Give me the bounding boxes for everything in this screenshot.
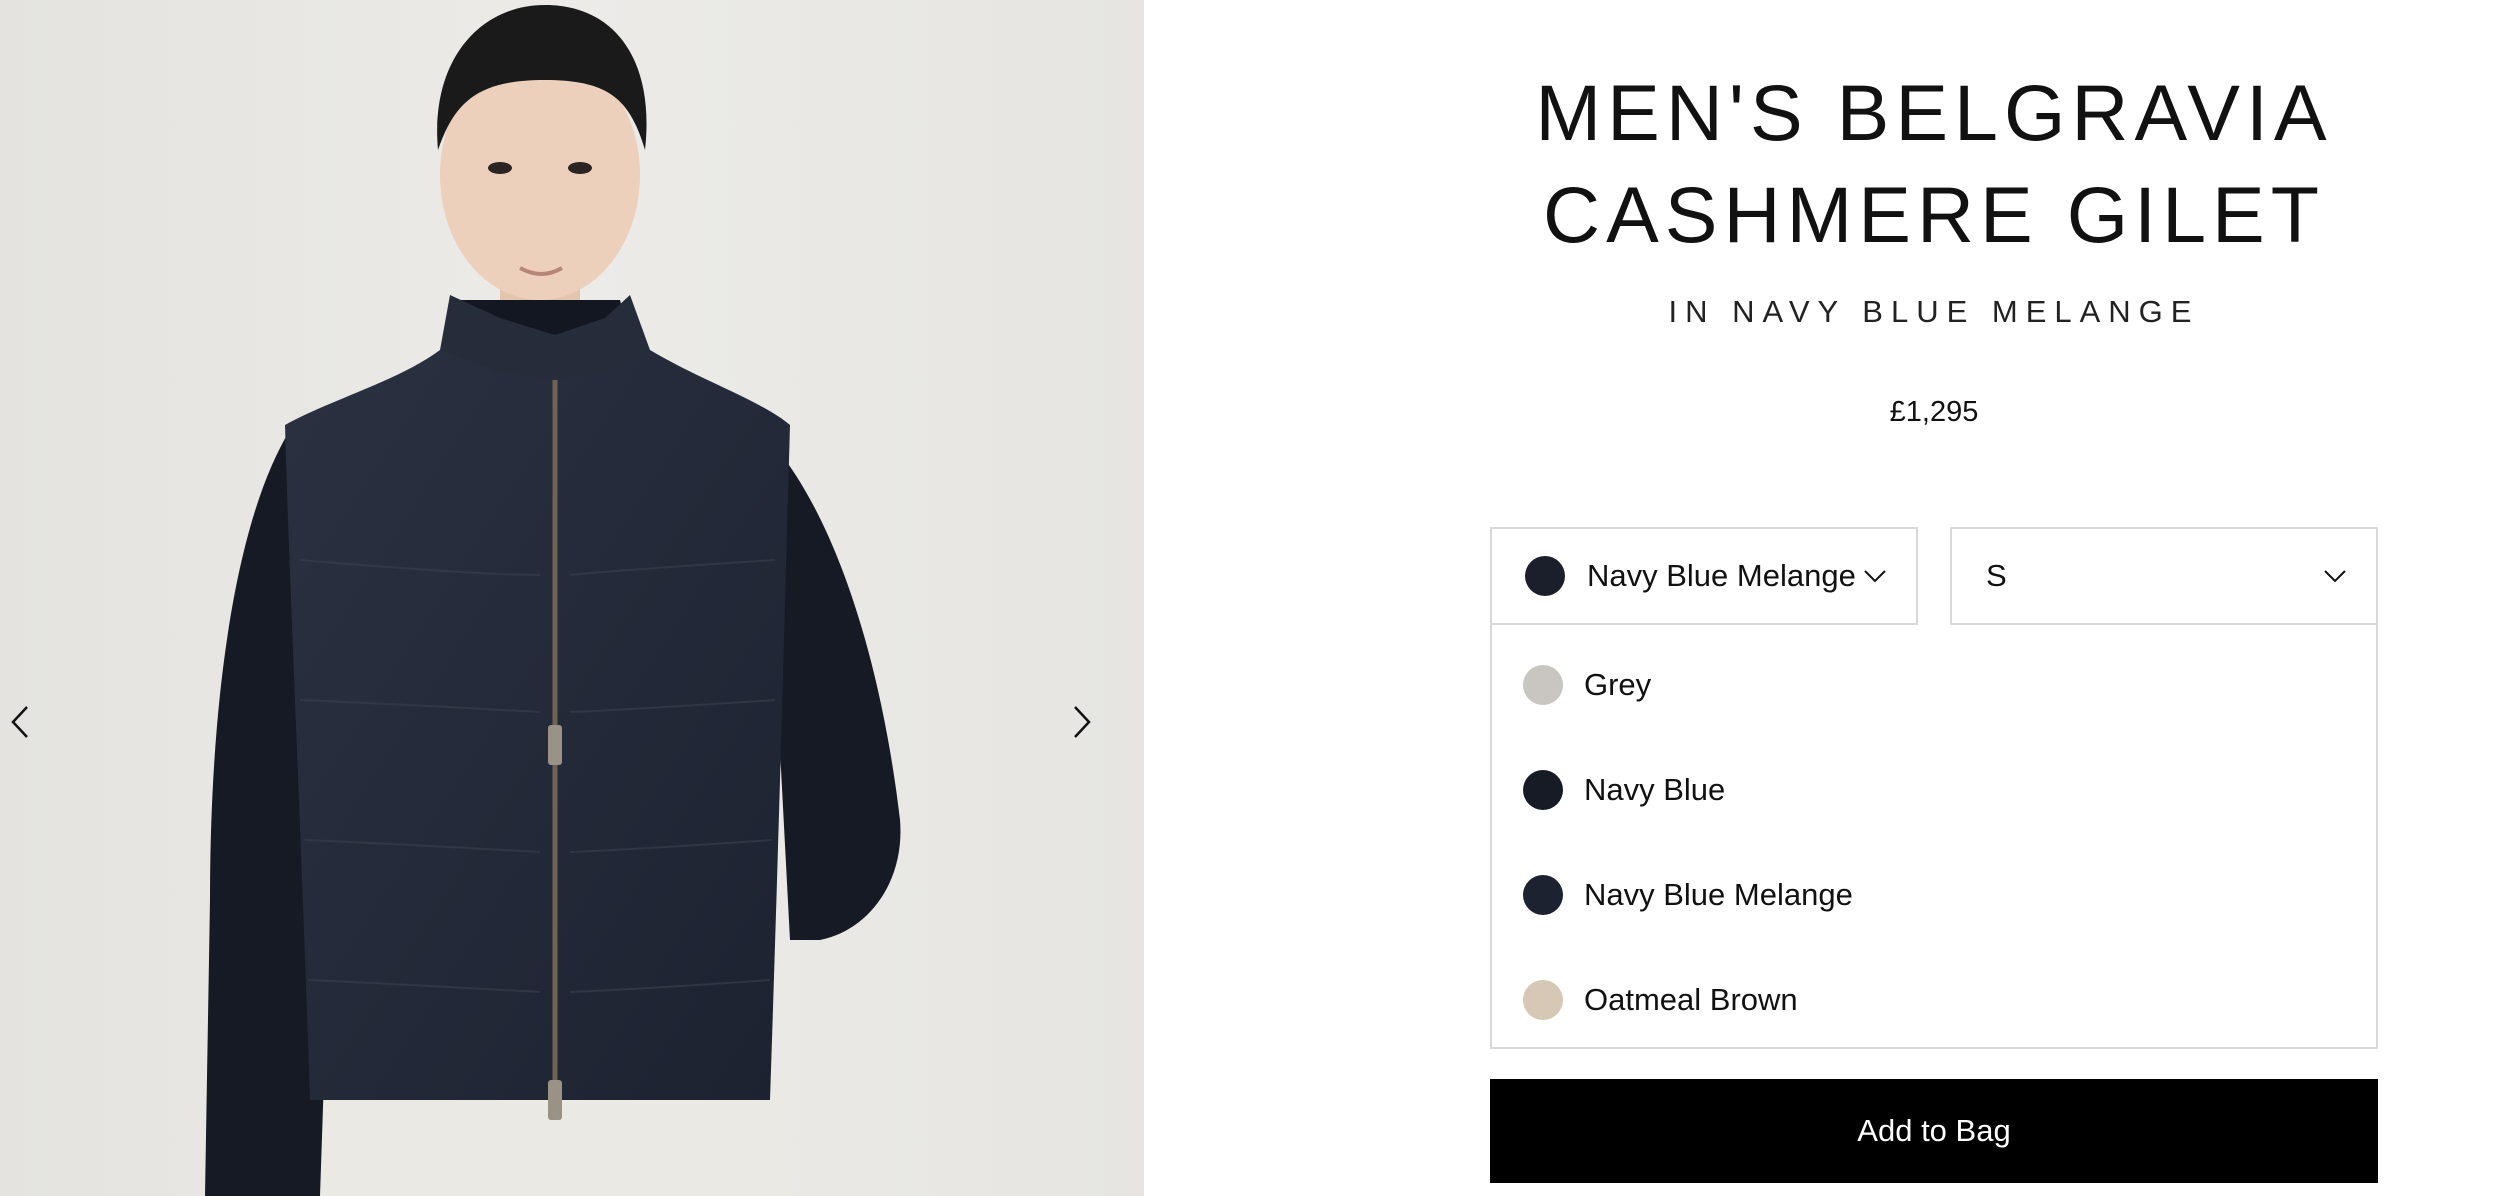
chevron-down-icon <box>1864 570 1886 583</box>
color-option-label: Oatmeal Brown <box>1584 982 1798 1017</box>
product-image <box>0 0 1144 1196</box>
chevron-left-icon <box>11 706 28 738</box>
size-select-value: S <box>1986 558 2007 593</box>
color-select-value: Navy Blue Melange <box>1587 558 1856 593</box>
product-page: MEN'S BELGRAVIA CASHMERE GILET IN NAVY B… <box>0 0 2518 1196</box>
gallery-prev-button[interactable] <box>0 698 40 746</box>
gallery-next-button[interactable] <box>1062 698 1102 746</box>
color-swatch <box>1523 770 1563 810</box>
color-option-label: Navy Blue <box>1584 772 1726 807</box>
product-color-subtitle: IN NAVY BLUE MELANGE <box>1668 294 2200 329</box>
color-option-label: Grey <box>1584 667 1652 702</box>
product-price: £1,295 <box>1889 396 1979 428</box>
color-option-navy-blue[interactable]: Navy Blue <box>1492 748 2376 832</box>
selected-color-swatch <box>1525 556 1565 596</box>
add-to-bag-button[interactable]: Add to Bag <box>1490 1079 2378 1183</box>
color-options-dropdown: Grey Navy Blue Navy Blue Melange Oatmeal… <box>1490 625 2378 1049</box>
chevron-down-icon <box>2324 570 2346 583</box>
color-swatch <box>1523 665 1563 705</box>
color-swatch <box>1523 980 1563 1020</box>
chevron-right-icon <box>1074 706 1091 738</box>
color-option-navy-blue-melange[interactable]: Navy Blue Melange <box>1492 853 2376 937</box>
product-image-gallery[interactable] <box>0 0 1144 1196</box>
color-option-label: Navy Blue Melange <box>1584 877 1853 912</box>
product-title: MEN'S BELGRAVIA CASHMERE GILET <box>1535 68 2333 259</box>
color-option-oatmeal-brown[interactable]: Oatmeal Brown <box>1492 958 2376 1042</box>
size-select[interactable]: S <box>1950 527 2378 625</box>
color-option-grey[interactable]: Grey <box>1492 643 2376 727</box>
color-select[interactable]: Navy Blue Melange <box>1490 527 1918 625</box>
color-swatch <box>1523 875 1563 915</box>
